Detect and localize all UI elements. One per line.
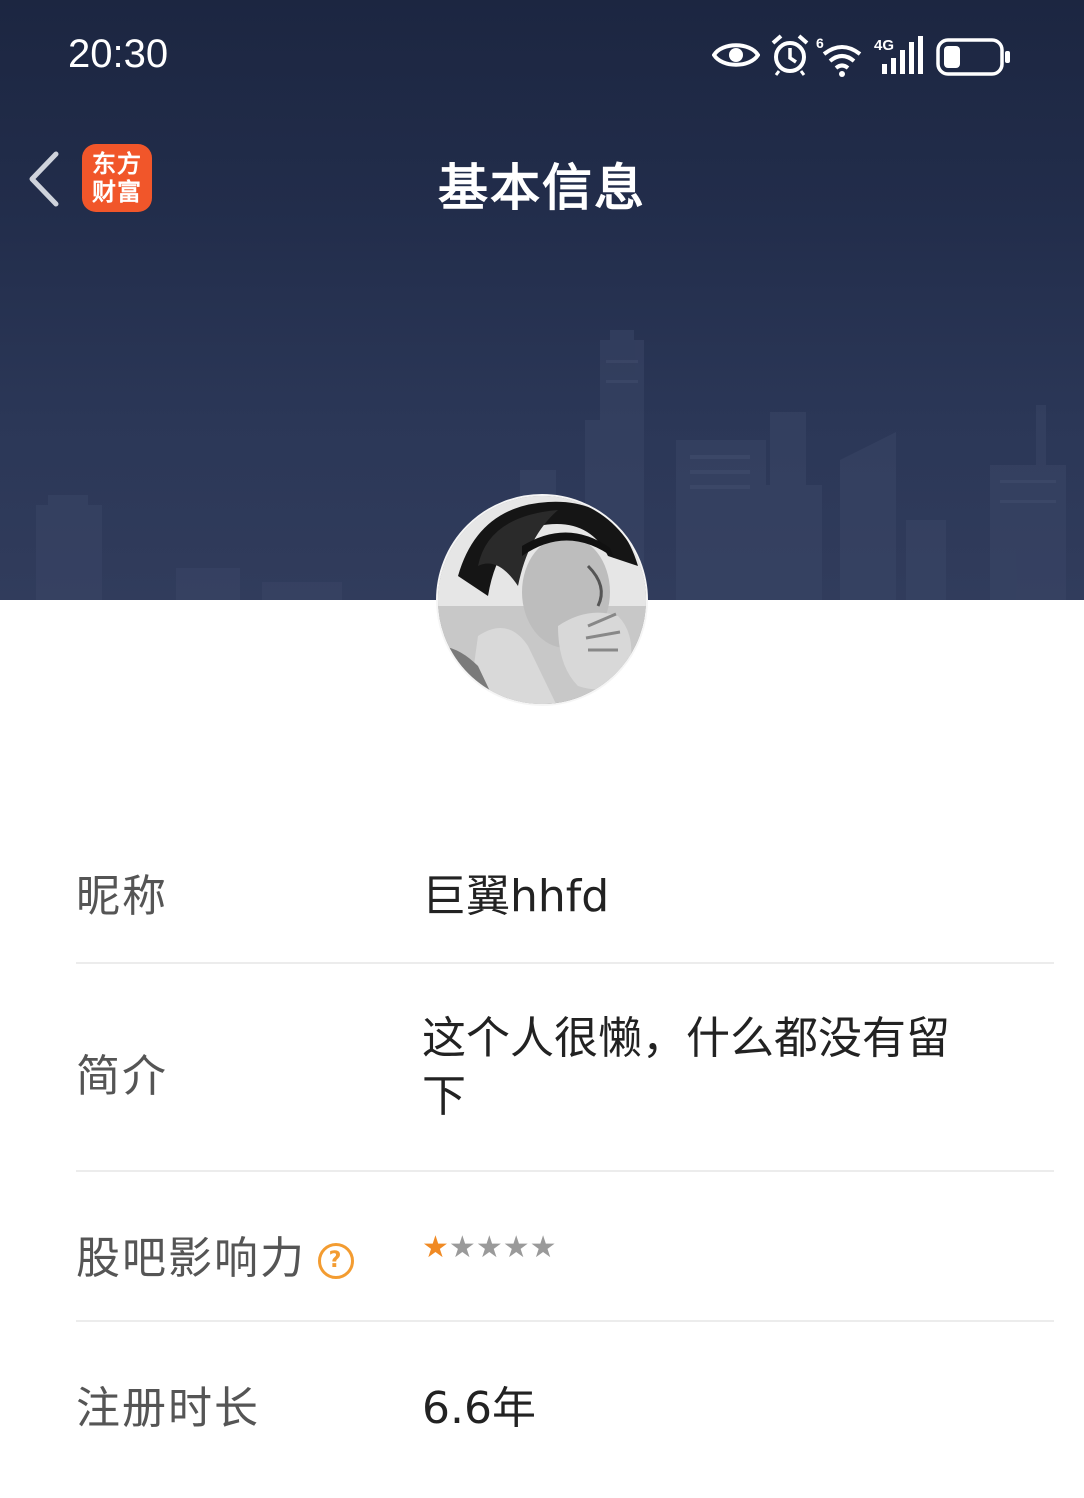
bio-value-line-2: 下 (422, 1071, 466, 1122)
alarm-icon (771, 34, 809, 76)
influence-rating: ★★★★★ (422, 1230, 557, 1265)
bio-label: 简介 (76, 1051, 168, 1102)
influence-label: 股吧影响力? (76, 1222, 354, 1286)
signal-4g-icon: 4G (874, 36, 923, 74)
bio-value: 这个人很懒，什么都没有留 下 (422, 1010, 1022, 1126)
influence-row: 股吧影响力? ★★★★★ (76, 1172, 1054, 1322)
profile-info-list: 昵称 巨翼hhfd 简介 这个人很懒，什么都没有留 下 股吧影响力? ★★★★★… (76, 810, 1054, 1472)
avatar-portrait-image (438, 496, 646, 704)
influence-label-text: 股吧影响力 (76, 1233, 306, 1284)
wifi-label: 6 (816, 35, 824, 51)
bio-value-line-1: 这个人很懒，什么都没有留 (422, 1013, 950, 1064)
registration-value: 6.6年 (422, 1383, 536, 1434)
bio-row: 简介 这个人很懒，什么都没有留 下 (76, 964, 1054, 1172)
eye-icon (712, 43, 760, 67)
nickname-row: 昵称 巨翼hhfd (76, 810, 1054, 964)
star-empty-icon: ★ (502, 1230, 530, 1265)
star-filled-icon: ★ (422, 1230, 449, 1265)
registration-row: 注册时长 6.6年 (76, 1322, 1054, 1472)
star-empty-icon: ★ (529, 1230, 557, 1265)
signal-label: 4G (874, 37, 894, 54)
star-empty-icon: ★ (448, 1230, 476, 1265)
status-time: 20:30 (68, 32, 169, 76)
registration-label: 注册时长 (76, 1383, 260, 1434)
nickname-value: 巨翼hhfd (422, 871, 610, 922)
battery-icon (936, 38, 1010, 76)
page-title: 基本信息 (438, 159, 646, 217)
star-empty-icon: ★ (475, 1230, 503, 1265)
avatar[interactable] (436, 494, 648, 706)
help-icon[interactable]: ? (318, 1243, 354, 1279)
wifi-icon: 6 (816, 35, 862, 77)
nickname-label: 昵称 (76, 871, 168, 922)
